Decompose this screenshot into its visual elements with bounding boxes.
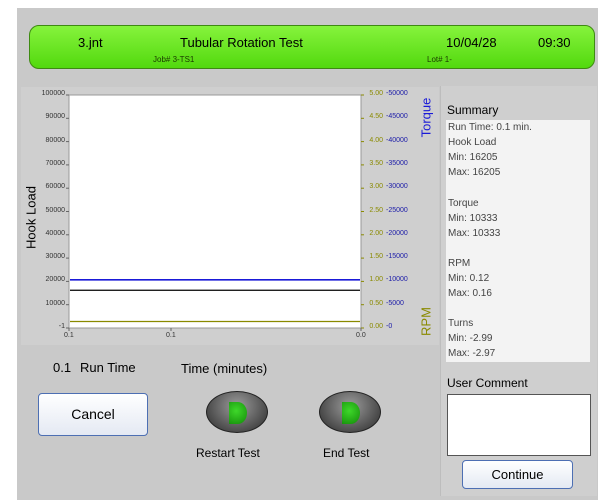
summary-torque-min: Min: 10333 (448, 213, 498, 224)
torque-tick-label: -25000 (386, 206, 408, 214)
hook-load-tick-label: 90000 (45, 113, 65, 121)
torque-tick-label: -15000 (386, 253, 408, 261)
hook-load-tick-label: 10000 (45, 299, 65, 307)
end-test-label: End Test (323, 446, 370, 460)
hook-load-tick-label: 70000 (45, 159, 65, 167)
hook-load-tick-label: 100000 (41, 90, 65, 97)
rpm-tick-label: 4.00 (369, 136, 383, 144)
runtime-value: 0.1 (53, 360, 72, 375)
rpm-tick-label: 2.50 (369, 206, 383, 214)
torque-tick-label: -5000 (386, 299, 404, 307)
summary-torque-title: Torque (448, 198, 479, 209)
summary-hook-title: Hook Load (448, 137, 497, 148)
runtime-label: Run Time (80, 360, 136, 375)
summary-torque-max: Max: 10333 (448, 228, 501, 239)
summary-rpm-title: RPM (448, 258, 471, 269)
cancel-button[interactable]: Cancel (38, 393, 148, 436)
torque-tick-label: -45000 (386, 113, 408, 121)
x-tick-label: 0.1 (64, 332, 74, 339)
end-test-button[interactable] (319, 391, 381, 433)
end-indicator-icon (342, 402, 360, 424)
user-comment-input[interactable] (447, 394, 591, 456)
x-tick-label: 0.1 (166, 332, 176, 339)
torque-tick-label: -0 (386, 323, 393, 330)
summary-turns-min: Min: -2.99 (448, 333, 493, 344)
plot-area (68, 94, 362, 329)
hook-load-tick-label: 20000 (45, 276, 65, 284)
rpm-tick-label: 1.00 (369, 276, 383, 284)
torque-tick-label: -50000 (386, 90, 408, 97)
rpm-tick-label: 2.00 (369, 229, 383, 237)
rpm-tick-label: 4.50 (369, 113, 383, 121)
summary-hook-max: Max: 16205 (448, 167, 501, 178)
torque-tick-label: -35000 (386, 159, 408, 167)
summary-title: Summary (447, 103, 499, 117)
torque-tick-label: -10000 (386, 276, 408, 284)
torque-tick-label: -40000 (386, 136, 408, 144)
hook-load-axis-label: Hook Load (23, 186, 39, 249)
restart-test-label: Restart Test (196, 446, 260, 460)
torque-tick-label: -30000 (386, 183, 408, 191)
rpm-axis-label: RPM (418, 307, 434, 336)
torque-tick-label: -20000 (386, 229, 408, 237)
x-axis-label: Time (minutes) (181, 361, 268, 376)
rpm-tick-label: 1.50 (369, 253, 383, 261)
torque-axis-label-wrap: Torque (414, 90, 438, 150)
torque-axis-label: Torque (418, 97, 434, 138)
x-tick-label: 0.0 (356, 332, 366, 339)
rpm-tick-label: 5.00 (369, 90, 383, 97)
summary-run-time: Run Time: 0.1 min. (448, 122, 532, 133)
summary-rpm-min: Min: 0.12 (448, 273, 490, 284)
restart-indicator-icon (229, 402, 247, 424)
user-comment-label: User Comment (447, 376, 528, 390)
rpm-tick-label: 3.00 (369, 183, 383, 191)
summary-turns-max: Max: -2.97 (448, 348, 496, 359)
summary-hook-min: Min: 16205 (448, 152, 498, 163)
hook-load-tick-label: 80000 (45, 136, 65, 144)
summary-rpm-max: Max: 0.16 (448, 288, 492, 299)
hook-load-axis-label-wrap: Hook Load (16, 182, 46, 262)
rpm-tick-label: 3.50 (369, 159, 383, 167)
summary-turns-title: Turns (448, 318, 474, 329)
hook-load-tick-label: -1 (58, 323, 65, 330)
continue-button[interactable]: Continue (462, 460, 573, 489)
rpm-axis-label-wrap: RPM (414, 300, 438, 344)
rpm-tick-label: 0.50 (369, 299, 383, 307)
rpm-tick-label: 0.00 (369, 323, 383, 330)
restart-test-button[interactable] (206, 391, 268, 433)
